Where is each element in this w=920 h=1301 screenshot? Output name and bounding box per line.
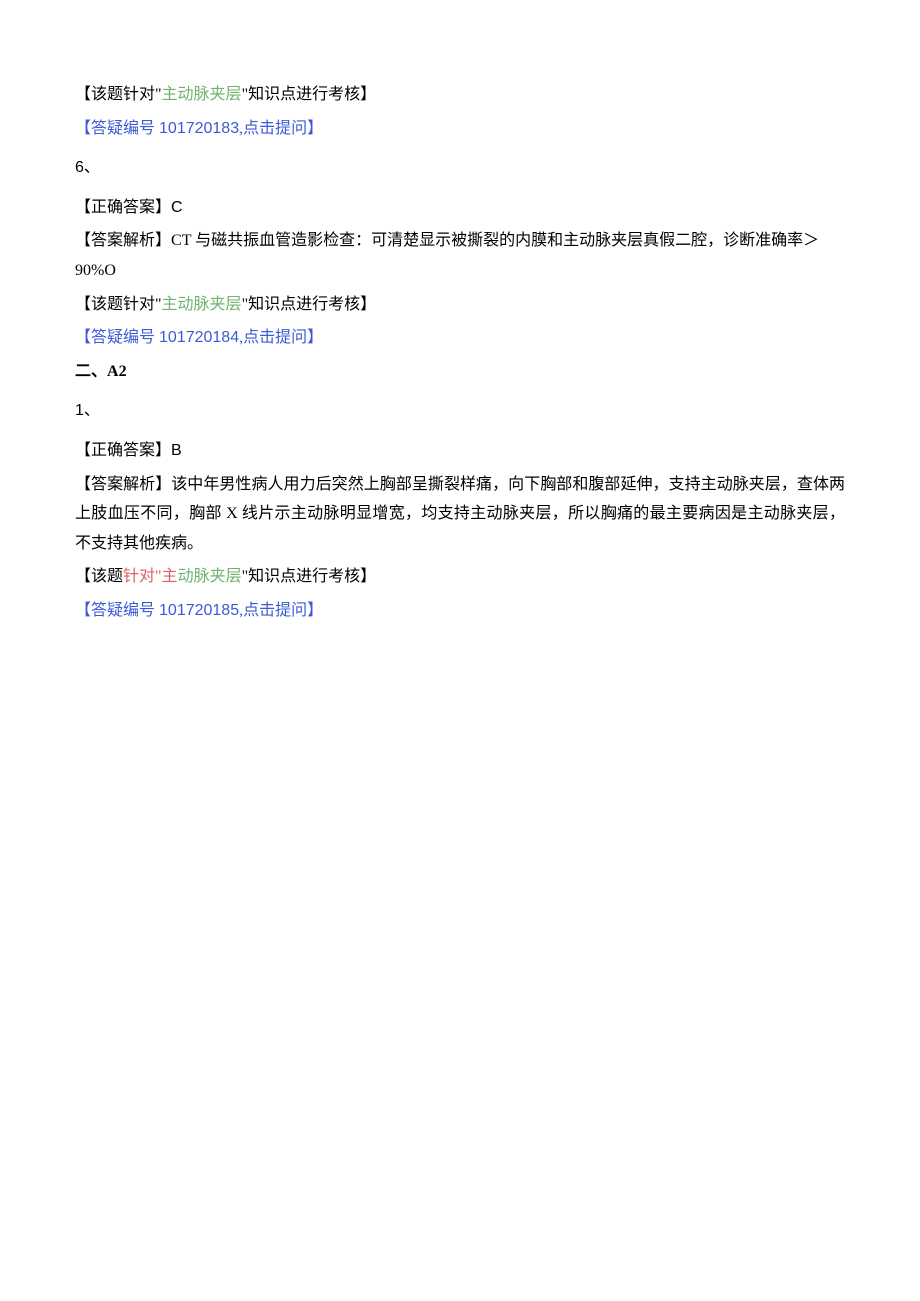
analysis-row: 【答案解析】CT 与磁共振血管造影检查：可清楚显示被撕裂的内膜和主动脉夹层真假二… [75,226,845,285]
note-prefix: 【该题针对" [75,296,162,313]
ask-id: 101720185 [159,602,239,619]
ask-id: 101720183 [159,120,239,137]
ask-link[interactable]: 【答疑编号 101720183,点击提问】 [75,120,323,137]
ask-link[interactable]: 【答疑编号 101720184,点击提问】 [75,329,323,346]
question-number: 6、 [75,153,845,183]
topic-link[interactable]: 主动脉夹层 [162,86,242,103]
ask-suffix: ,点击提问】 [239,602,323,619]
note-suffix: "知识点进行考核】 [242,296,377,313]
analysis-text: 该中年男性病人用力后突然上胸部呈撕裂样痛，向下胸部和腹部延伸，支持主动脉夹层，查… [75,476,845,552]
question-note: 【该题针对"主动脉夹层"知识点进行考核】 [75,80,845,110]
correct-answer-row: 【正确答案】C [75,193,845,223]
note-prefix-a: 【该题 [75,568,123,585]
correct-answer-row: 【正确答案】B [75,436,845,466]
ask-link-row: 【答疑编号 101720184,点击提问】 [75,323,845,353]
question-number: 1、 [75,396,845,426]
ask-suffix: ,点击提问】 [239,120,323,137]
section-header: 二、A2 [75,357,845,387]
answer-value: C [171,199,183,216]
analysis-label: 【答案解析】 [75,232,171,249]
ask-link-row: 【答疑编号 101720185,点击提问】 [75,596,845,626]
note-prefix-b: 针对"主 [123,568,178,585]
section-label: A2 [107,363,127,380]
ask-id: 101720184 [159,329,239,346]
topic-link[interactable]: 动脉夹层 [178,568,242,585]
ask-link[interactable]: 【答疑编号 101720185,点击提问】 [75,602,323,619]
analysis-label: 【答案解析】 [75,476,171,493]
ask-suffix: ,点击提问】 [239,329,323,346]
ask-link-row: 【答疑编号 101720183,点击提问】 [75,114,845,144]
note-suffix: "知识点进行考核】 [242,568,377,585]
note-prefix: 【该题针对" [75,86,162,103]
answer-label: 【正确答案】 [75,442,171,459]
ask-prefix: 【答疑编号 [75,329,159,346]
ask-prefix: 【答疑编号 [75,602,159,619]
topic-link[interactable]: 主动脉夹层 [162,296,242,313]
answer-label: 【正确答案】 [75,199,171,216]
analysis-row: 【答案解析】该中年男性病人用力后突然上胸部呈撕裂样痛，向下胸部和腹部延伸，支持主… [75,470,845,559]
question-note: 【该题针对"主动脉夹层"知识点进行考核】 [75,290,845,320]
section-prefix: 二、 [75,363,107,380]
ask-prefix: 【答疑编号 [75,120,159,137]
question-note: 【该题针对"主动脉夹层"知识点进行考核】 [75,562,845,592]
answer-value: B [171,442,182,459]
note-suffix: "知识点进行考核】 [242,86,377,103]
analysis-text: CT 与磁共振血管造影检查：可清楚显示被撕裂的内膜和主动脉夹层真假二腔，诊断准确… [75,232,819,279]
